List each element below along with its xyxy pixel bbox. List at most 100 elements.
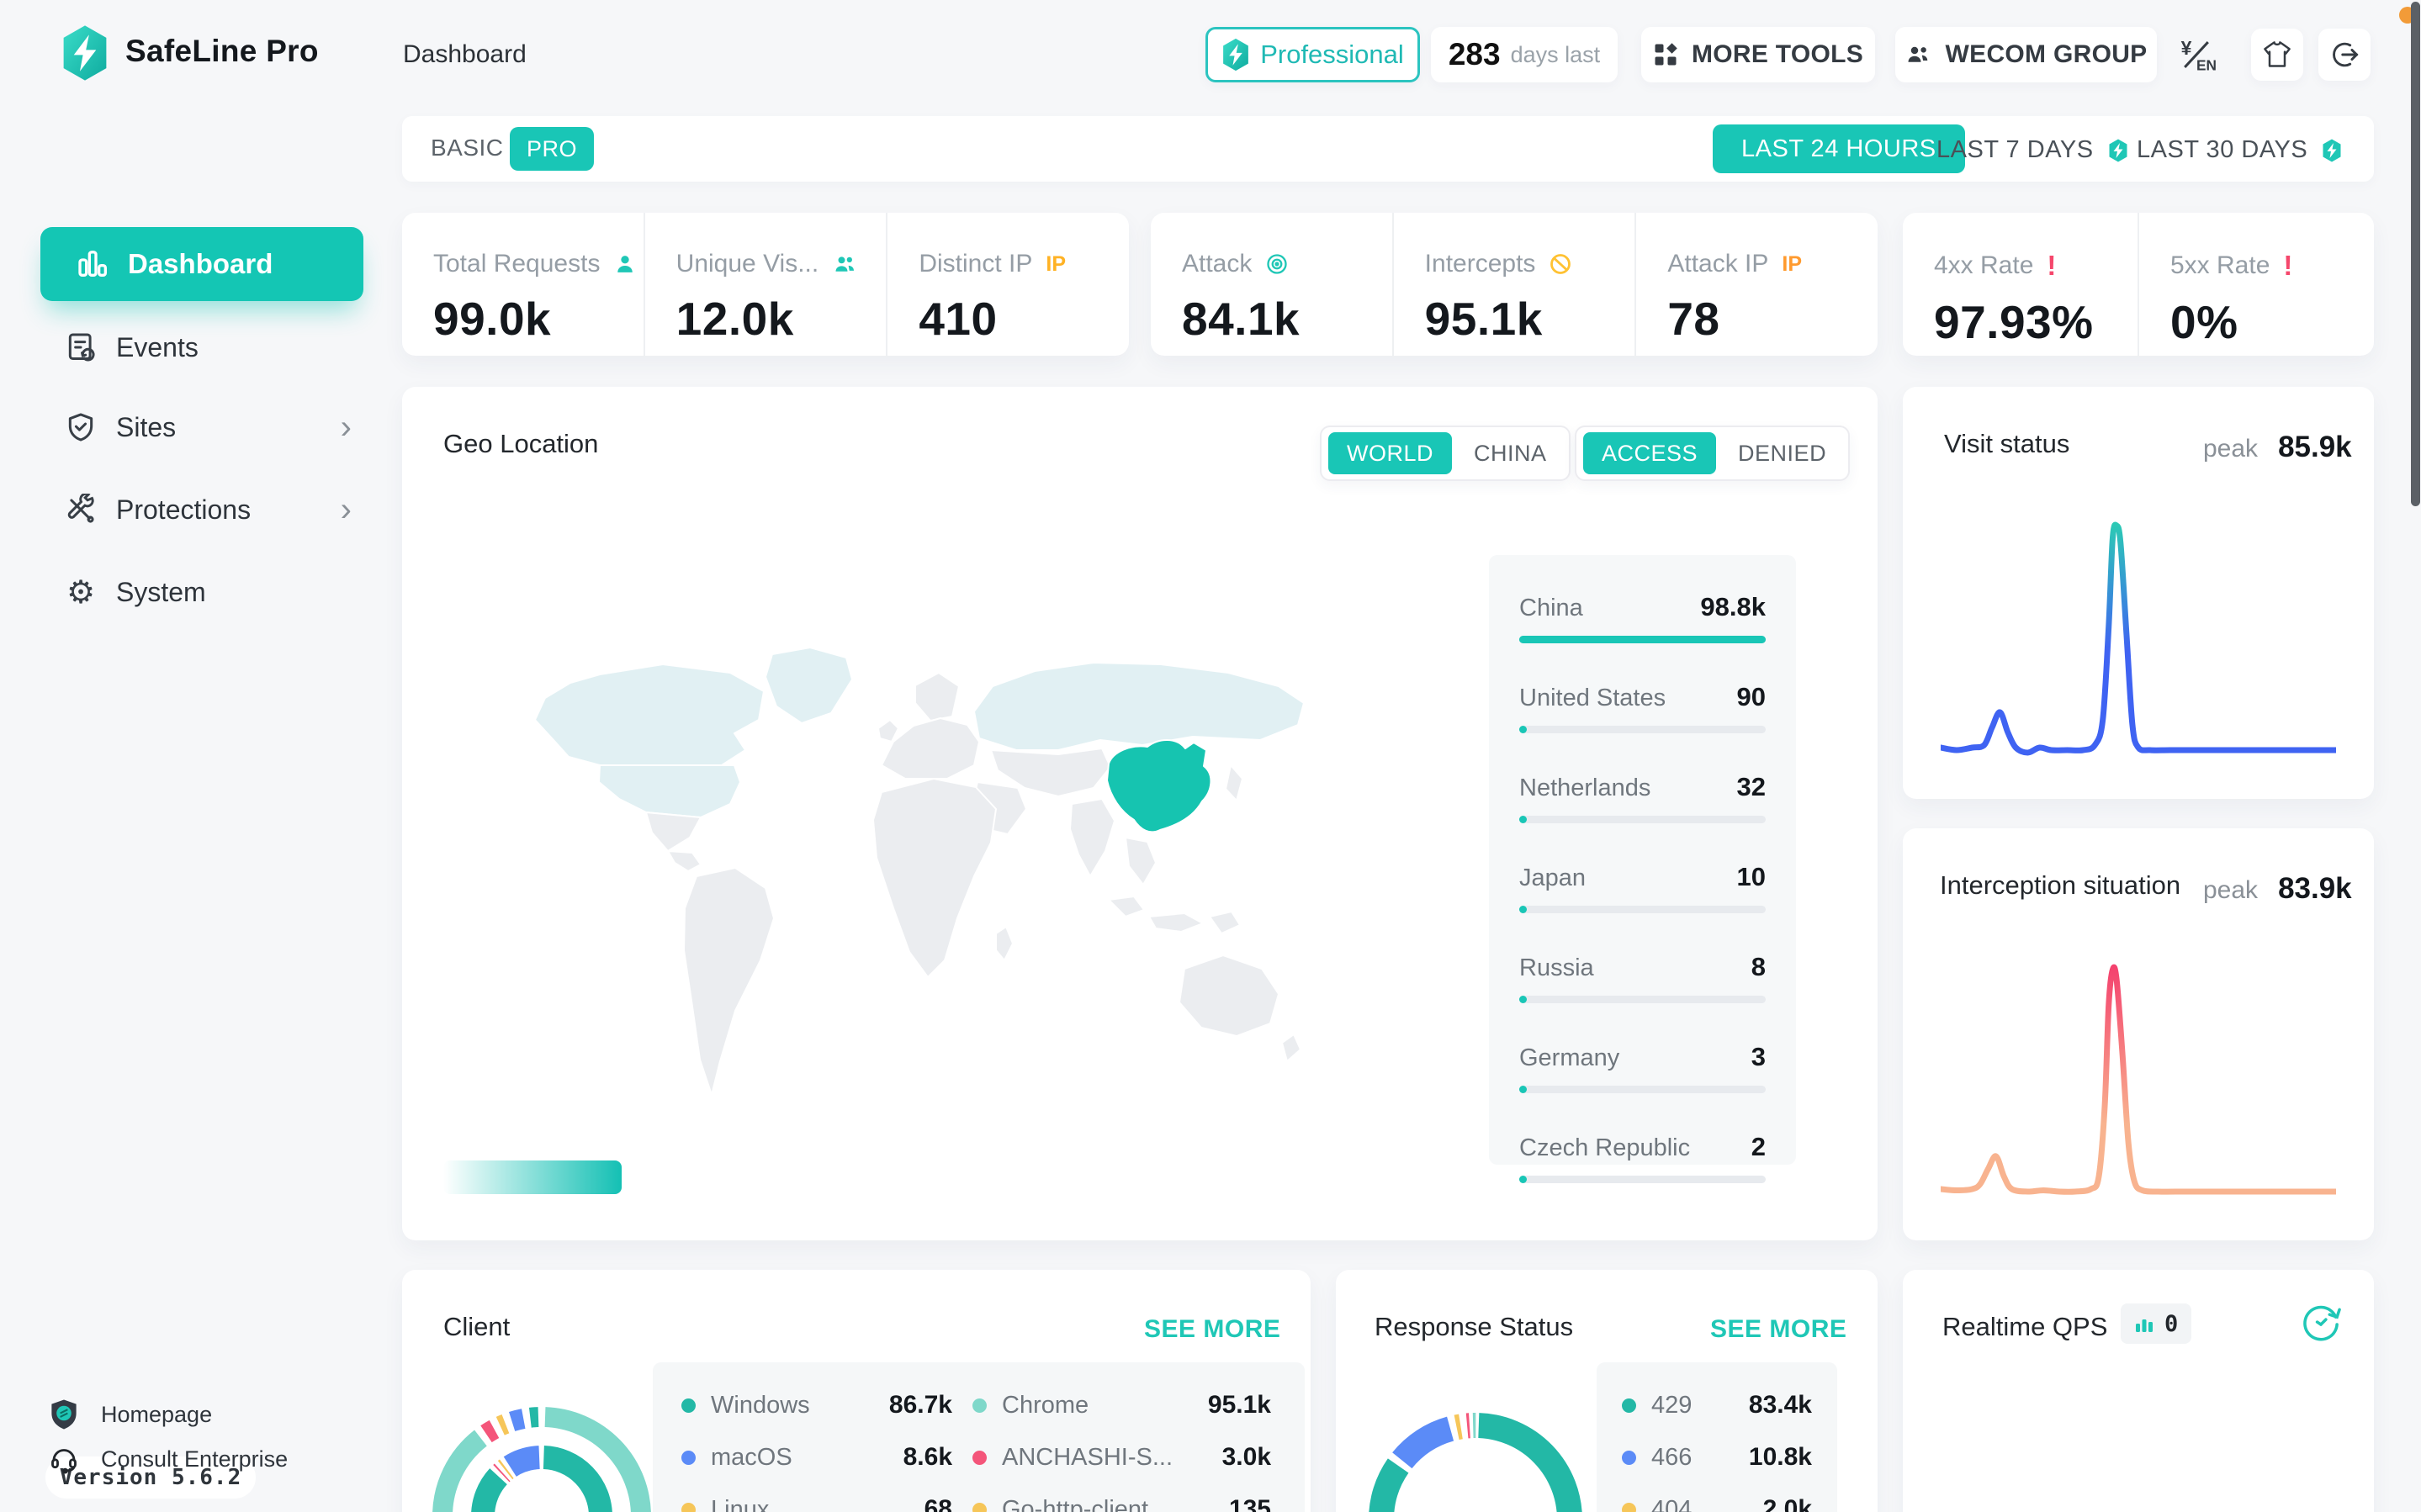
legend-dot (681, 1503, 696, 1512)
legend-row-404[interactable]: 4042.0k (1622, 1483, 1812, 1512)
world-china-toggle: WORLD CHINA (1320, 426, 1571, 481)
stat-4xx-rate: 4xx Rate ! 97.93% (1903, 213, 2138, 356)
world-map[interactable] (520, 639, 1319, 1127)
shield-check-icon (62, 411, 99, 443)
stat-label: Total Requests (433, 250, 600, 278)
country-row-czech[interactable]: Czech Republic2 (1519, 1132, 1766, 1183)
sidebar-item-sites[interactable]: Sites › (40, 401, 363, 453)
visit-status-panel: Visit status peak 85.9k (1903, 387, 2374, 799)
range-last-7-days[interactable]: LAST 7 DAYS (1936, 136, 2129, 164)
tab-basic[interactable]: BASIC (431, 135, 504, 161)
interception-title: Interception situation (1940, 870, 2180, 901)
client-legend-browsers: Chrome95.1k ANCHASHI-S...3.0k Go-http-cl… (972, 1379, 1305, 1512)
events-icon (62, 331, 99, 363)
client-donut-chart (419, 1404, 671, 1512)
legend-row-429[interactable]: 42983.4k (1622, 1379, 1812, 1431)
client-see-more-link[interactable]: SEE MORE (1144, 1315, 1280, 1344)
sidebar-item-dashboard[interactable]: Dashboard (40, 227, 363, 301)
visit-peak: peak 85.9k (2203, 431, 2352, 464)
stat-value: 95.1k (1425, 292, 1635, 346)
block-icon (1549, 252, 1572, 276)
country-value: 32 (1737, 772, 1766, 802)
gear-icon: ⚙ (62, 576, 99, 608)
grid-icon (1653, 42, 1678, 67)
country-value: 10 (1737, 862, 1766, 892)
country-value: 3 (1751, 1042, 1766, 1072)
peak-label: peak (2203, 876, 2258, 905)
country-bar (1519, 636, 1766, 643)
qps-value-badge: 0 (2121, 1303, 2191, 1344)
country-row-russia[interactable]: Russia8 (1519, 952, 1766, 1003)
vertical-scrollbar[interactable] (2411, 2, 2420, 506)
sidebar-item-system[interactable]: ⚙ System (40, 566, 363, 618)
more-tools-button[interactable]: MORE TOOLS (1641, 27, 1875, 82)
country-row-china[interactable]: China98.8k (1519, 592, 1766, 643)
homepage-link[interactable]: Homepage (49, 1393, 212, 1435)
stat-label: Distinct IP (919, 250, 1032, 278)
toggle-denied[interactable]: DENIED (1723, 441, 1841, 467)
country-row-japan[interactable]: Japan10 (1519, 862, 1766, 913)
legend-row-linux[interactable]: Linux68 (681, 1483, 952, 1512)
legend-row-windows[interactable]: Windows86.7k (681, 1379, 952, 1431)
access-denied-toggle: ACCESS DENIED (1575, 426, 1850, 481)
toggle-world[interactable]: WORLD (1328, 432, 1452, 474)
tshirt-icon (2262, 40, 2292, 69)
stat-value: 97.93% (1934, 295, 2138, 349)
license-days-value: 283 (1449, 37, 1501, 72)
legend-dot (681, 1451, 696, 1465)
legend-dot (972, 1503, 987, 1512)
qps-title: Realtime QPS (1942, 1312, 2107, 1342)
dashboard-icon (76, 247, 109, 281)
country-row-netherlands[interactable]: Netherlands 32 (1519, 772, 1766, 823)
logout-icon (2328, 39, 2360, 71)
country-name: United States (1519, 685, 1666, 712)
legend-row-chrome[interactable]: Chrome95.1k (972, 1379, 1271, 1431)
consult-enterprise-link[interactable]: Consult Enterprise (49, 1438, 288, 1480)
logout-button[interactable] (2318, 29, 2371, 81)
toggle-china[interactable]: CHINA (1459, 441, 1562, 467)
legend-dot (972, 1451, 987, 1465)
pro-feature-icon (2321, 139, 2343, 162)
sidebar-item-label: Events (116, 332, 199, 363)
header: SafeLine Pro Dashboard Professional 283 … (0, 0, 2421, 109)
legend-row-go-http[interactable]: Go-http-client135 (972, 1483, 1271, 1512)
sidebar-item-protections[interactable]: Protections › (40, 484, 363, 536)
country-row-us[interactable]: United States 90 (1519, 682, 1766, 733)
range-label: LAST 30 DAYS (2137, 136, 2307, 164)
stat-total-requests: Total Requests 99.0k (402, 213, 644, 356)
realtime-qps-panel: Realtime QPS 0 (1903, 1270, 2374, 1512)
country-name: Netherlands (1519, 775, 1650, 802)
response-legend: 42983.4k 46610.8k 4042.0k (1597, 1362, 1837, 1512)
country-name: Germany (1519, 1044, 1619, 1072)
plan-badge[interactable]: Professional (1205, 27, 1420, 82)
range-last-24-hours[interactable]: LAST 24 HOURS (1713, 124, 1965, 173)
country-name: Czech Republic (1519, 1134, 1690, 1162)
stat-value: 12.0k (676, 292, 887, 346)
stat-5xx-rate: 5xx Rate ! 0% (2138, 213, 2374, 356)
stat-label: 4xx Rate (1934, 251, 2033, 280)
sidebar-item-events[interactable]: Events (40, 321, 363, 373)
stat-attack-ip: Attack IP IP 78 (1634, 213, 1878, 356)
range-last-30-days[interactable]: LAST 30 DAYS (2137, 136, 2343, 164)
interception-panel: Interception situation peak 83.9k (1903, 828, 2374, 1240)
response-see-more-link[interactable]: SEE MORE (1710, 1315, 1846, 1344)
wecom-group-button[interactable]: WECOM GROUP (1895, 27, 2157, 82)
toggle-access[interactable]: ACCESS (1583, 432, 1716, 474)
filter-bar: BASIC PRO LAST 24 HOURS LAST 7 DAYS LAST… (402, 116, 2374, 182)
legend-row-macos[interactable]: macOS8.6k (681, 1431, 952, 1483)
stat-value: 410 (919, 292, 1129, 346)
license-days-label: days last (1511, 42, 1601, 68)
safeline-logo-icon (61, 24, 109, 82)
plan-logo-icon (1221, 38, 1250, 71)
country-row-germany[interactable]: Germany 3 (1519, 1042, 1766, 1093)
legend-row-466[interactable]: 46610.8k (1622, 1431, 1812, 1483)
language-switch-button[interactable]: ¥EN (2170, 29, 2222, 81)
country-value: 90 (1737, 682, 1766, 712)
client-legend: Windows86.7k macOS8.6k Linux68 Chrome95.… (653, 1362, 1305, 1512)
tab-pro[interactable]: PRO (510, 127, 594, 171)
theme-button[interactable] (2251, 29, 2303, 81)
people-icon (832, 252, 857, 276)
wecom-group-label: WECOM GROUP (1946, 40, 2148, 69)
refresh-timer-icon[interactable] (2300, 1303, 2342, 1345)
legend-row-anchashi[interactable]: ANCHASHI-S...3.0k (972, 1431, 1271, 1483)
